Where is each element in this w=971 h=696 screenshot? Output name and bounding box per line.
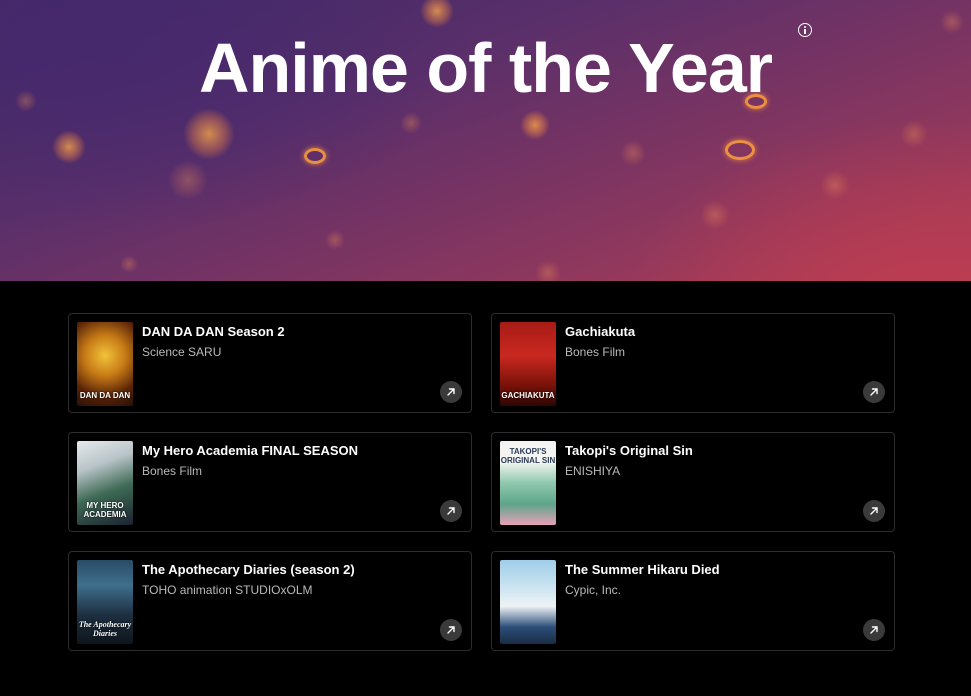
arrow-up-right-icon <box>447 388 455 396</box>
page-title: Anime of the Year <box>198 29 773 107</box>
poster-caption: DAN DA DAN <box>79 391 131 400</box>
arrow-up-right-icon <box>447 507 455 515</box>
anime-title: My Hero Academia FINAL SEASON <box>142 443 358 458</box>
bokeh-light <box>168 160 208 200</box>
studio-name: TOHO animation STUDIOxOLM <box>142 583 313 597</box>
anime-card[interactable]: TAKOPI'S ORIGINAL SIN Takopi's Original … <box>491 432 895 532</box>
arrow-up-right-icon <box>447 626 455 634</box>
studio-name: Science SARU <box>142 345 222 359</box>
poster-caption: The Apothecary Diaries <box>78 620 132 638</box>
anime-title: DAN DA DAN Season 2 <box>142 324 285 339</box>
poster-image <box>500 560 556 644</box>
bokeh-ring <box>304 148 326 164</box>
hero-banner: Anime of the Year <box>0 0 971 281</box>
arrow-up-right-icon <box>870 626 878 634</box>
poster-image: The Apothecary Diaries <box>77 560 133 644</box>
anime-card[interactable]: The Summer Hikaru Died Cypic, Inc. <box>491 551 895 651</box>
bokeh-ring <box>725 140 755 160</box>
anime-card[interactable]: The Apothecary Diaries The Apothecary Di… <box>68 551 472 651</box>
anime-title: The Summer Hikaru Died <box>565 562 720 577</box>
open-button[interactable] <box>440 500 462 522</box>
poster-image: TAKOPI'S ORIGINAL SIN <box>500 441 556 525</box>
open-button[interactable] <box>863 619 885 641</box>
open-button[interactable] <box>863 381 885 403</box>
poster-image: MY HERO ACADEMIA <box>77 441 133 525</box>
open-button[interactable] <box>440 619 462 641</box>
anime-card[interactable]: DAN DA DAN DAN DA DAN Season 2 Science S… <box>68 313 472 413</box>
poster-caption: GACHIAKUTA <box>501 391 555 400</box>
studio-name: Cypic, Inc. <box>565 583 622 597</box>
poster-caption: TAKOPI'S ORIGINAL SIN <box>500 447 556 465</box>
studio-name: ENISHIYA <box>565 464 621 478</box>
bokeh-light <box>620 140 646 166</box>
bokeh-light <box>900 120 928 148</box>
anime-title: Gachiakuta <box>565 324 636 339</box>
bokeh-light <box>700 200 730 230</box>
anime-card[interactable]: MY HERO ACADEMIA My Hero Academia FINAL … <box>68 432 472 532</box>
bokeh-light <box>120 255 138 273</box>
open-button[interactable] <box>863 500 885 522</box>
poster-caption: MY HERO ACADEMIA <box>83 501 127 519</box>
info-icon[interactable] <box>798 23 812 37</box>
bokeh-light <box>400 112 422 134</box>
studio-name: Bones Film <box>142 464 203 478</box>
anime-title: Takopi's Original Sin <box>565 443 693 458</box>
arrow-up-right-icon <box>870 388 878 396</box>
studio-name: Bones Film <box>565 345 626 359</box>
bokeh-light <box>820 170 850 200</box>
anime-title: The Apothecary Diaries (season 2) <box>142 562 355 577</box>
anime-grid: DAN DA DAN DAN DA DAN Season 2 Science S… <box>68 313 895 651</box>
arrow-up-right-icon <box>870 507 878 515</box>
poster-image: GACHIAKUTA <box>500 322 556 406</box>
bokeh-light <box>52 130 86 164</box>
poster-image: DAN DA DAN <box>77 322 133 406</box>
bokeh-light <box>325 230 345 250</box>
anime-card[interactable]: GACHIAKUTA Gachiakuta Bones Film <box>491 313 895 413</box>
open-button[interactable] <box>440 381 462 403</box>
bokeh-light <box>535 260 561 281</box>
bokeh-light <box>183 108 235 160</box>
bokeh-light <box>520 110 550 140</box>
bokeh-light <box>420 0 454 28</box>
